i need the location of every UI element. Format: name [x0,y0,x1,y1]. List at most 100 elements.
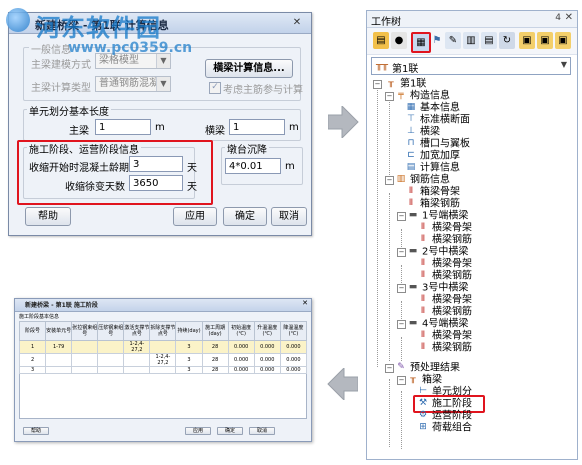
table-row[interactable]: 1 1-79 1-2,4-27,2 3 28 0.000 0.000 0.000 [18,340,308,354]
close-icon[interactable]: ✕ [302,299,308,307]
tree-node-structure-info[interactable]: ╤ 构造信息 [395,90,450,102]
table-cell[interactable]: 0.000 [279,340,308,354]
close-icon[interactable]: ✕ [287,15,307,30]
table-cell[interactable]: 1-79 [45,340,73,354]
collapse-icon[interactable]: − [385,92,394,101]
apply-button[interactable]: 应用 [185,427,211,435]
table-cell[interactable] [97,353,125,367]
tree-node-cross-beam[interactable]: ⊥ 横梁 [405,126,440,138]
table-cell[interactable]: 28 [201,340,229,354]
tree-node-rebar-info[interactable]: ▥ 钢筋信息 [395,174,450,186]
tree-node-mb2-rebar[interactable]: Ⅱ 横梁钢筋 [417,270,472,282]
lock-icon[interactable]: ● [391,32,407,49]
tree-node-eb1-rebar[interactable]: Ⅱ 横梁钢筋 [417,234,472,246]
main-beam-type-select[interactable]: 普通钢筋混凝土 ▼ [95,76,171,92]
table-cell[interactable] [97,366,125,374]
refresh-icon[interactable]: ↻ [499,32,515,49]
collapse-icon[interactable]: − [373,80,382,89]
table-cell[interactable]: 1 [18,340,47,354]
collapse-icon[interactable]: − [397,212,406,221]
cross-beam-length-input[interactable]: 1 [229,119,285,135]
collapse-icon[interactable]: − [385,364,394,373]
collapse-icon[interactable]: − [385,176,394,185]
table-cell[interactable]: 1-2,4-27,2 [123,340,151,354]
main-rebar-checkbox[interactable]: ✓ [209,82,221,94]
ok-button[interactable]: 确定 [223,207,267,226]
table-cell[interactable]: 1-2,4-27,2 [149,353,177,367]
import-icon[interactable]: ▣ [537,32,553,49]
tree-node-eb4-rebar[interactable]: Ⅱ 横梁钢筋 [417,342,472,354]
tree-node-end-beam-4[interactable]: ▬ 4号端横梁 [407,318,469,330]
cancel-button[interactable]: 取消 [271,207,307,226]
run-icon[interactable]: ⚑ [429,32,445,49]
main-beam-length-input[interactable]: 1 [95,119,151,135]
table-cell[interactable] [149,366,177,374]
table-cell[interactable]: 3 [175,340,203,354]
table-cell[interactable] [45,353,73,367]
tree-node-basic-info[interactable]: ▦ 基本信息 [405,102,460,114]
tree-node-mid-beam-3[interactable]: ▬ 3号中横梁 [407,282,469,294]
calc-info-icon[interactable]: ▦ [411,32,431,53]
table-cell[interactable] [45,366,73,374]
tree-node-mb2-skeleton[interactable]: Ⅱ 横梁骨架 [417,258,472,270]
table-cell[interactable] [149,340,177,354]
table-cell[interactable] [123,353,151,367]
table-cell[interactable]: 2 [18,353,47,367]
table-cell[interactable]: 0.000 [253,353,281,367]
table-cell[interactable] [71,340,99,354]
tree-node-box[interactable]: ╥ 箱梁 [407,374,442,386]
tree-node-load-combo[interactable]: ⊞ 荷载组合 [417,422,472,434]
tree-node-slot-wall[interactable]: ⊓ 槽口与翼板 [405,138,470,150]
edit-icon[interactable]: ✎ [445,32,461,49]
collapse-icon[interactable]: − [397,284,406,293]
tree-node-root[interactable]: ╥ 第1联 [385,78,426,90]
stage-table[interactable]: 阶段号 安装单元号 张拉钢束组号 压浆钢束组号 激活支撑节点号 拆除支撑节点号 持续(day… [18,321,308,374]
table-cell[interactable]: 0.000 [227,353,255,367]
table-cell[interactable]: 0.000 [253,340,281,354]
close-icon[interactable]: ✕ [565,12,573,23]
tree-node-mb3-rebar[interactable]: Ⅱ 横梁钢筋 [417,306,472,318]
tree-node-preprocess[interactable]: ✎ 预处理结果 [395,362,460,374]
tree-node-calc-info[interactable]: ▤ 计算信息 [405,162,460,174]
tree-node-haunch[interactable]: ⊏ 加宽加厚 [405,150,460,162]
table-cell[interactable]: 28 [201,353,229,367]
collapse-icon[interactable]: − [397,376,406,385]
report-icon[interactable]: ▥ [463,32,479,49]
tree-node-mb3-skeleton[interactable]: Ⅱ 横梁骨架 [417,294,472,306]
tree-node-std-cross-section[interactable]: ⊤ 标准横断面 [405,114,470,126]
bridge-selector[interactable]: ╥╥ 第1联 ▼ [371,57,571,75]
table-row[interactable]: 3 3 28 0.000 0.000 0.000 [18,366,308,374]
table-cell[interactable]: 0.000 [253,366,281,374]
settings-icon[interactable]: ▣ [555,32,571,49]
tree-node-box-rebar[interactable]: Ⅱ 箱梁钢筋 [405,198,460,210]
apply-button[interactable]: 应用 [173,207,217,226]
table-cell[interactable]: 0.000 [227,366,255,374]
tree-node-box-skeleton[interactable]: Ⅱ 箱梁骨架 [405,186,460,198]
table-cell[interactable]: 28 [201,366,229,374]
settlement-input[interactable]: 4*0.01 [225,158,281,174]
table-cell[interactable] [97,340,125,354]
ok-button[interactable]: 确定 [217,427,243,435]
help-button[interactable]: 帮助 [23,427,49,435]
tree-node-end-beam-1[interactable]: ▬ 1号端横梁 [407,210,469,222]
table-cell[interactable]: 3 [175,366,203,374]
tree-node-eb4-skeleton[interactable]: Ⅱ 横梁骨架 [417,330,472,342]
table-cell[interactable] [123,366,151,374]
table-cell[interactable]: 3 [175,353,203,367]
help-button[interactable]: 帮助 [25,207,71,226]
table-cell[interactable]: 0.000 [279,353,308,367]
table-cell[interactable] [71,366,99,374]
open-folder-icon[interactable]: ▤ [373,32,389,49]
table-icon[interactable]: ▤ [481,32,497,49]
tree-node-eb1-skeleton[interactable]: Ⅱ 横梁骨架 [417,222,472,234]
table-row[interactable]: 2 1-2,4-27,2 3 28 0.000 0.000 0.000 [18,353,308,367]
cancel-button[interactable]: 取消 [249,427,275,435]
tree-node-mid-beam-2[interactable]: ▬ 2号中横梁 [407,246,469,258]
export-icon[interactable]: ▣ [519,32,535,49]
collapse-icon[interactable]: − [397,320,406,329]
collapse-icon[interactable]: − [397,248,406,257]
table-cell[interactable]: 3 [18,366,47,374]
table-cell[interactable]: 0.000 [227,340,255,354]
table-cell[interactable]: 0.000 [279,366,308,374]
pin-icon[interactable]: 4 [555,13,561,23]
